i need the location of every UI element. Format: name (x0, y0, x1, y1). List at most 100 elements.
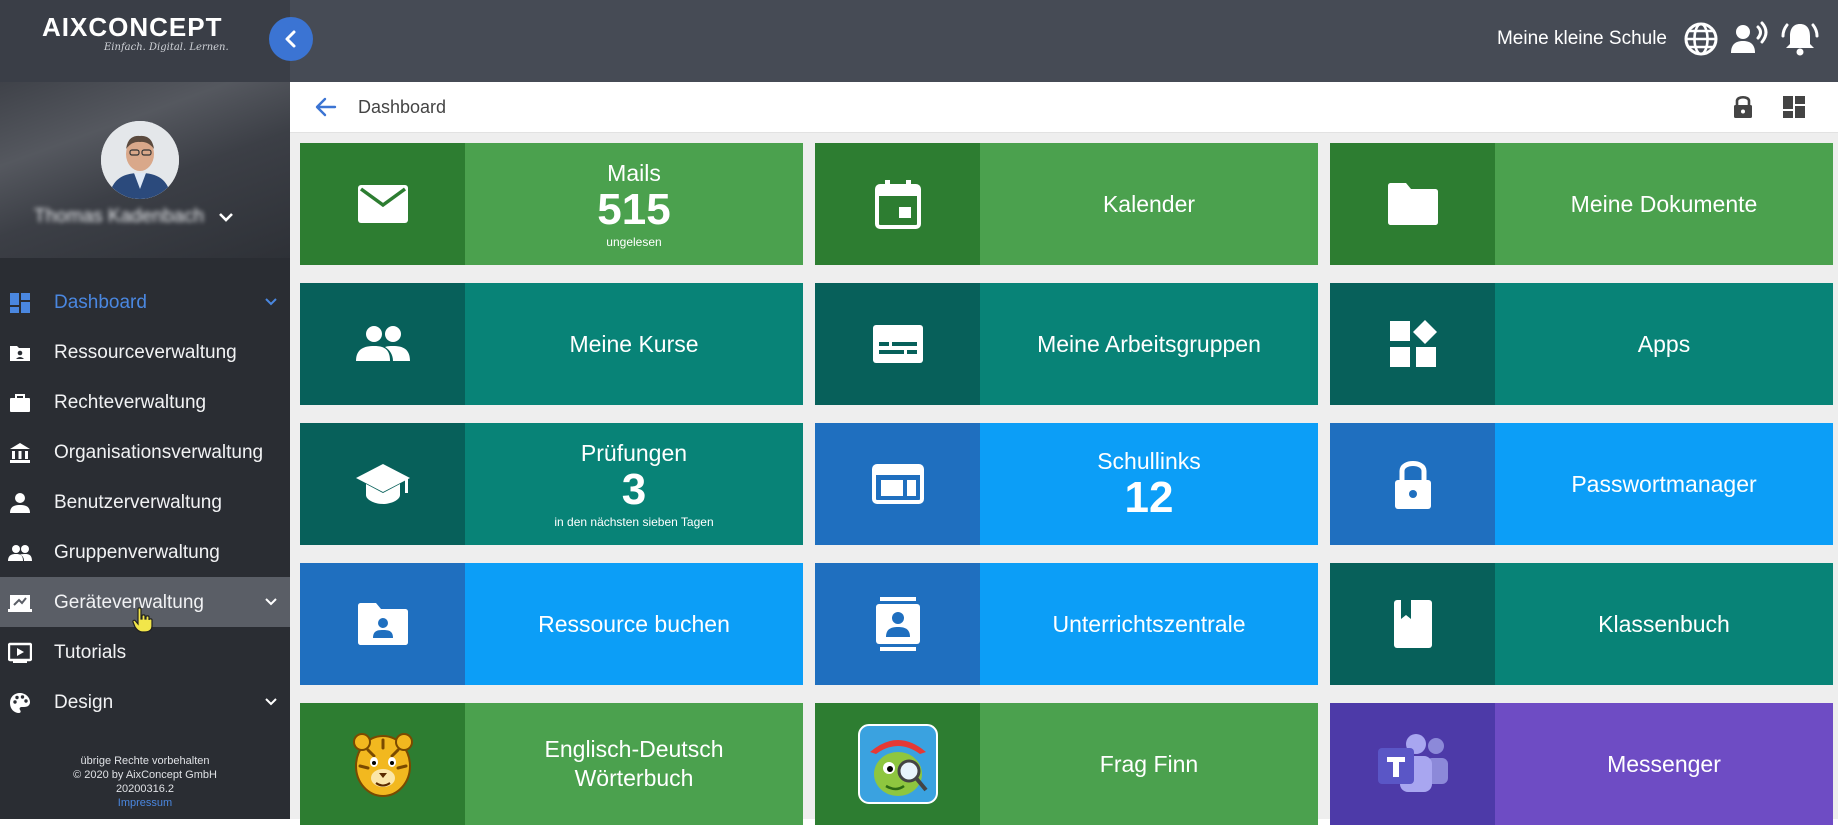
sidebar-item-gruppenverwaltung[interactable]: Gruppenverwaltung (0, 527, 290, 577)
tile-passwortmanager[interactable]: Passwortmanager (1330, 423, 1833, 545)
logo[interactable]: AIXCONCEPT Einfach. Digital. Lernen. (0, 0, 290, 82)
sidebar-item-benutzerverwaltung[interactable]: Benutzerverwaltung (0, 477, 290, 527)
sidebar-item-ressourceverwaltung[interactable]: Ressourceverwaltung (0, 327, 290, 377)
tile-ressource-buchen[interactable]: Ressource buchen (300, 563, 803, 685)
sidebar-item-label: Rechteverwaltung (54, 392, 207, 413)
sidebar-item-design[interactable]: Design (0, 677, 290, 727)
tile-text-area: Ressource buchen (465, 563, 803, 685)
footer-version: 20200316.2 (115, 783, 175, 795)
fragfinn-logo-icon (857, 724, 938, 804)
mail-icon (357, 185, 408, 223)
tile-icon-area (300, 423, 465, 545)
tile-count: 515 (597, 184, 671, 234)
user-profile[interactable]: Thomas Kadenbach (0, 82, 290, 258)
tile-pruefungen[interactable]: Prüfungen 3 in den nächsten sieben Tagen (300, 423, 803, 545)
lock-icon[interactable] (1732, 94, 1754, 120)
tile-englisch-deutsch-woerterbuch[interactable]: Englisch-Deutsch Wörterbuch (300, 703, 803, 825)
dashboard-layout-icon[interactable] (1782, 95, 1806, 119)
tile-label: Englisch-Deutsch Wörterbuch (544, 736, 724, 791)
sidebar-item-label: Dashboard (54, 292, 147, 313)
brand-name: AIXCONCEPT (42, 12, 223, 42)
tile-frag-finn[interactable]: Frag Finn (815, 703, 1318, 825)
tile-klassenbuch[interactable]: Klassenbuch (1330, 563, 1833, 685)
tile-icon-area (300, 703, 465, 825)
sidebar-item-label: Geräteverwaltung (54, 592, 204, 613)
speaker-icon (1731, 21, 1768, 53)
tile-text-area: Unterrichtszentrale (980, 563, 1318, 685)
sidebar-item-label: Organisationsverwaltung (54, 442, 264, 463)
sidebar-item-geraeteverwaltung[interactable]: Geräteverwaltung (0, 577, 290, 633)
globe-button[interactable] (1680, 18, 1722, 60)
graduation-cap-icon (355, 464, 410, 504)
avatar (101, 121, 179, 199)
tile-sub: ungelesen (606, 234, 662, 249)
folder-user-icon (8, 341, 32, 365)
tile-icon-area (815, 703, 980, 825)
tile-count: 12 (1124, 472, 1174, 522)
tile-text-area: Meine Dokumente (1495, 143, 1833, 265)
tile-text-area: Apps (1495, 283, 1833, 405)
tile-apps[interactable]: Apps (1330, 283, 1833, 405)
tile-count: 3 (621, 464, 647, 514)
impressum-link[interactable]: Impressum (0, 796, 290, 810)
sidebar-item-tutorials[interactable]: Tutorials (0, 627, 290, 677)
tile-label: Meine Dokumente (1570, 190, 1758, 217)
tile-text-area: Klassenbuch (1495, 563, 1833, 685)
tile-label: Prüfungen (580, 439, 688, 466)
tile-sub: in den nächsten sieben Tagen (554, 514, 714, 529)
globe-icon (1684, 22, 1718, 56)
briefcase-icon (8, 391, 32, 415)
tile-label: Passwortmanager (1571, 470, 1757, 497)
sidebar-item-organisationsverwaltung[interactable]: Organisationsverwaltung (0, 427, 290, 477)
tile-mails[interactable]: Mails 515 ungelesen (300, 143, 803, 265)
footer-rights: übrige Rechte vorbehalten (80, 755, 210, 767)
sidebar-item-label: Benutzerverwaltung (54, 492, 222, 513)
tile-icon-area (1330, 283, 1495, 405)
dashboard-icon (8, 291, 32, 315)
page-title: Dashboard (358, 97, 447, 117)
back-arrow-icon[interactable] (314, 95, 338, 119)
tile-icon-area (300, 563, 465, 685)
person-icon (8, 491, 32, 515)
tile-label: Meine Arbeitsgruppen (1037, 330, 1261, 357)
notifications-button[interactable] (1779, 18, 1821, 60)
tile-text-area: Meine Kurse (465, 283, 803, 405)
school-name: Meine kleine Schule (1496, 28, 1667, 49)
tile-text-area: Prüfungen 3 in den nächsten sieben Tagen (465, 423, 803, 545)
voice-button[interactable] (1729, 18, 1771, 60)
tile-meine-kurse[interactable]: Meine Kurse (300, 283, 803, 405)
bank-icon (8, 441, 32, 465)
sidebar-item-rechteverwaltung[interactable]: Rechteverwaltung (0, 377, 290, 427)
sidebar-nav: Dashboard Ressourceverwaltung Rechteverw… (0, 277, 290, 727)
sidebar-item-dashboard[interactable]: Dashboard (0, 277, 290, 327)
book-icon (1393, 600, 1432, 648)
chevron-left-icon (285, 30, 296, 48)
tile-meine-arbeitsgruppen[interactable]: Meine Arbeitsgruppen (815, 283, 1318, 405)
top-bar: AIXCONCEPT Einfach. Digital. Lernen. Mei… (0, 0, 1838, 82)
tile-label: Unterrichtszentrale (1052, 610, 1246, 637)
tile-text-area: Englisch-Deutsch Wörterbuch (465, 703, 803, 825)
tile-schullinks[interactable]: Schullinks 12 (815, 423, 1318, 545)
apps-icon (1389, 320, 1437, 367)
tile-icon-area (1330, 143, 1495, 265)
tile-unterrichtszentrale[interactable]: Unterrichtszentrale (815, 563, 1318, 685)
collapse-sidebar-button[interactable] (269, 17, 313, 61)
tile-meine-dokumente[interactable]: Meine Dokumente (1330, 143, 1833, 265)
tile-icon-area (815, 283, 980, 405)
chevron-down-icon (265, 598, 277, 606)
chevron-down-icon[interactable] (217, 208, 235, 226)
tile-text-area: Passwortmanager (1495, 423, 1833, 545)
sidebar-item-label: Ressourceverwaltung (54, 342, 237, 363)
tile-kalender[interactable]: Kalender (815, 143, 1318, 265)
bell-icon (1781, 23, 1819, 56)
footer-copyright: © 2020 by AixConcept GmbH (73, 769, 217, 781)
subtitles-icon (872, 325, 923, 363)
tile-messenger[interactable]: Messenger (1330, 703, 1833, 825)
brand-tagline: Einfach. Digital. Lernen. (104, 42, 229, 53)
tile-label: Ressource buchen (538, 610, 730, 637)
tile-label: Apps (1637, 330, 1691, 357)
tiger-icon (352, 733, 413, 797)
calendar-icon (874, 180, 921, 229)
tile-label: Mails (607, 159, 661, 186)
main-content: Dashboard Mails 515 ungelesen Kalender M… (290, 82, 1838, 825)
